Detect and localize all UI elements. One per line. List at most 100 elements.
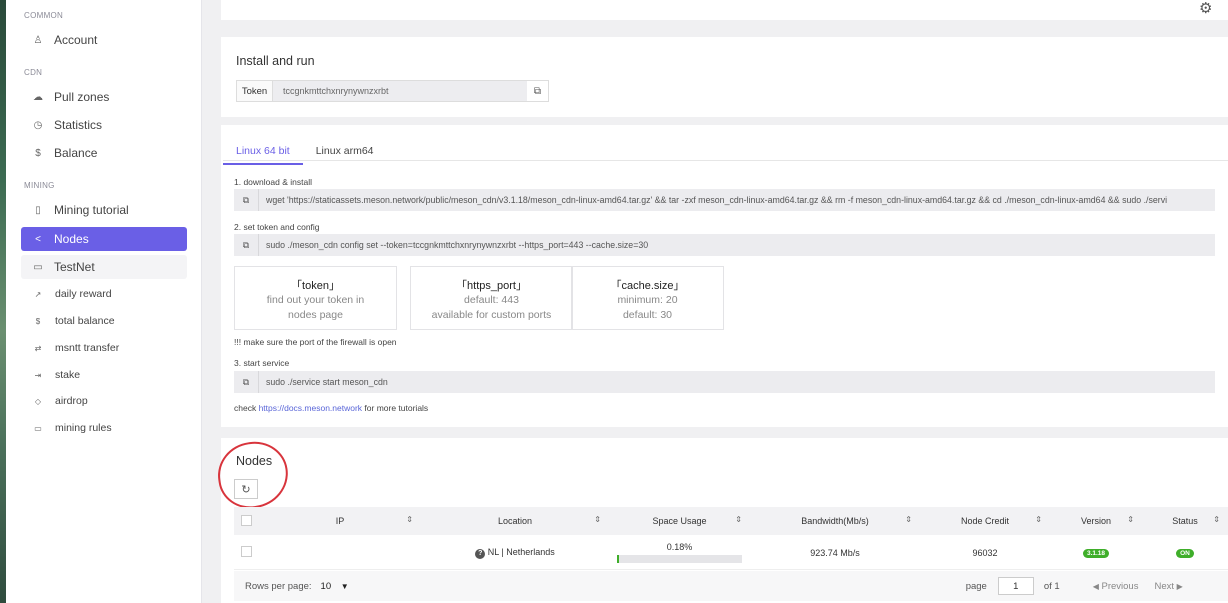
table-header: IP ⇕ Location ⇕ Space Usage ⇕ Bandwidth(Mb/…: [234, 507, 1228, 535]
sidebar-item-testnet[interactable]: ▭ TestNet: [21, 255, 187, 279]
info-card-title: 「token」: [291, 280, 340, 292]
info-card-line: default: 443: [464, 294, 519, 306]
step1-command: ⧉ wget 'https://staticassets.meson.netwo…: [234, 189, 1215, 211]
refresh-icon: ↻: [241, 483, 251, 496]
docs-prefix: check: [234, 403, 259, 413]
divider: [258, 189, 259, 211]
col-bandwidth-label: Bandwidth(Mb/s): [801, 516, 869, 526]
sidebar-item-msntt-transfer[interactable]: ⇄ msntt transfer: [21, 338, 187, 358]
docs-note: check https://docs.meson.network for mor…: [234, 403, 428, 413]
col-bandwidth[interactable]: Bandwidth(Mb/s) ⇕: [750, 515, 920, 526]
sidebar-item-airdrop[interactable]: ◇ airdrop: [21, 391, 187, 411]
tab-divider: [223, 160, 1228, 161]
docs-link[interactable]: https://docs.meson.network: [259, 403, 362, 413]
install-card: Install and run Token tccgnkmttchxnrynyw…: [221, 37, 1228, 117]
col-space-usage[interactable]: Space Usage ⇕: [609, 515, 750, 526]
space-usage-text: 0.18%: [666, 542, 693, 552]
col-space-usage-label: Space Usage: [652, 516, 707, 526]
folder-icon: ▭: [33, 261, 43, 273]
sort-icon[interactable]: ⇕: [1127, 515, 1134, 524]
divider: [258, 234, 259, 256]
refresh-button[interactable]: ↻: [234, 479, 258, 499]
col-status[interactable]: Status ⇕: [1142, 515, 1228, 526]
sidebar-item-label: Mining tutorial: [54, 203, 129, 217]
step3-command-text: sudo ./service start meson_cdn: [266, 377, 388, 387]
sidebar-item-statistics[interactable]: ◷ Statistics: [21, 113, 187, 137]
sort-icon[interactable]: ⇕: [1035, 515, 1042, 524]
step3-command: ⧉ sudo ./service start meson_cdn: [234, 371, 1215, 393]
step3-label: 3. start service: [234, 358, 290, 368]
trend-icon: ↗: [34, 289, 42, 299]
col-version[interactable]: Version ⇕: [1050, 515, 1142, 526]
user-icon: ♙: [33, 34, 43, 46]
cloud-icon: ☁: [33, 91, 43, 103]
step1-label: 1. download & install: [234, 177, 312, 187]
help-icon[interactable]: ?: [475, 548, 486, 559]
sort-icon[interactable]: ⇕: [1213, 515, 1220, 524]
col-version-label: Version: [1080, 516, 1112, 526]
col-ip-label: IP: [335, 516, 345, 526]
dollar-small-icon: $: [35, 316, 41, 326]
col-location-label: Location: [497, 516, 533, 526]
table-row[interactable]: ? NL | Netherlands 0.18% 923.74 Mb/s 960…: [234, 536, 1228, 570]
sidebar-item-nodes[interactable]: < Nodes: [21, 227, 187, 251]
info-card-line: nodes page: [288, 309, 343, 321]
gear-icon[interactable]: ⚙: [1199, 0, 1212, 17]
top-card: [221, 0, 1228, 20]
rows-per-page-label: Rows per page:: [245, 580, 312, 592]
sidebar-item-mining-tutorial[interactable]: ▯ Mining tutorial: [21, 198, 187, 222]
select-all-cell: [234, 514, 259, 528]
info-card-title: 「cache.size」: [610, 280, 685, 292]
select-all-checkbox[interactable]: [241, 514, 252, 526]
tutorial-card: Linux 64 bit Linux arm64 1. download & i…: [221, 125, 1228, 427]
rows-per-page-value: 10: [320, 580, 332, 592]
sort-icon[interactable]: ⇕: [406, 515, 413, 524]
login-icon: ⇥: [34, 370, 42, 380]
copy-icon[interactable]: ⧉: [234, 195, 258, 206]
row-select-cell: [234, 546, 259, 559]
copy-icon[interactable]: ⧉: [527, 81, 548, 101]
dollar-icon: $: [35, 147, 41, 159]
status-badge: ON: [1176, 549, 1194, 558]
page-input[interactable]: 1: [997, 577, 1034, 595]
sort-icon[interactable]: ⇕: [594, 515, 601, 524]
sidebar-item-label: airdrop: [55, 395, 88, 407]
rules-icon: ▭: [34, 423, 42, 433]
table-footer: Rows per page: 10 ▼ page 1 of 1 ◀ Previo…: [234, 571, 1228, 601]
token-value[interactable]: tccgnkmttchxnrynywnzxrbt: [273, 81, 527, 101]
info-card-https-port: 「https_port」 default: 443 available for …: [410, 266, 573, 330]
sidebar-item-daily-reward[interactable]: ↗ daily reward: [21, 284, 187, 304]
sidebar-item-label: msntt transfer: [55, 342, 120, 354]
sort-icon[interactable]: ⇕: [735, 515, 742, 524]
sort-icon[interactable]: ⇕: [905, 515, 912, 524]
info-card-line: default: 30: [622, 309, 673, 321]
sidebar-item-balance[interactable]: $ Balance: [21, 141, 187, 165]
page-label: page: [965, 580, 987, 592]
sidebar-item-total-balance[interactable]: $ total balance: [21, 311, 187, 331]
caret-down-icon: ▼: [340, 581, 349, 591]
next-button[interactable]: Next ▶: [1154, 581, 1182, 592]
docs-suffix: for more tutorials: [362, 403, 429, 413]
token-field: Token tccgnkmttchxnrynywnzxrbt ⧉: [236, 80, 549, 102]
copy-icon[interactable]: ⧉: [234, 240, 258, 251]
sidebar-item-label: Statistics: [54, 118, 103, 132]
drop-icon: ◇: [34, 396, 42, 406]
previous-button[interactable]: ◀ Previous: [1093, 581, 1139, 592]
sidebar-item-label: Account: [54, 33, 98, 47]
col-location[interactable]: Location ⇕: [421, 515, 609, 526]
col-node-credit[interactable]: Node Credit ⇕: [920, 515, 1050, 526]
sidebar-item-stake[interactable]: ⇥ stake: [21, 365, 187, 385]
chevron-left-icon: ◀: [1092, 581, 1099, 591]
sidebar-item-mining-rules[interactable]: ▭ mining rules: [21, 418, 187, 438]
col-ip[interactable]: IP ⇕: [259, 515, 421, 526]
copy-icon[interactable]: ⧉: [234, 377, 258, 388]
sidebar: COMMON ♙ Account CDN ☁ Pull zones ◷ Statist…: [6, 0, 202, 603]
row-checkbox[interactable]: [241, 546, 252, 557]
info-card-cache-size: 「cache.size」 minimum: 20 default: 30: [571, 266, 724, 330]
sidebar-item-pull-zones[interactable]: ☁ Pull zones: [21, 85, 187, 109]
step1-command-text: wget 'https://staticassets.meson.network…: [266, 195, 1168, 205]
share-icon: <: [35, 233, 41, 245]
sidebar-item-account[interactable]: ♙ Account: [21, 28, 187, 52]
rows-per-page-select[interactable]: 10 ▼: [321, 581, 349, 592]
sidebar-item-label: daily reward: [55, 288, 112, 300]
